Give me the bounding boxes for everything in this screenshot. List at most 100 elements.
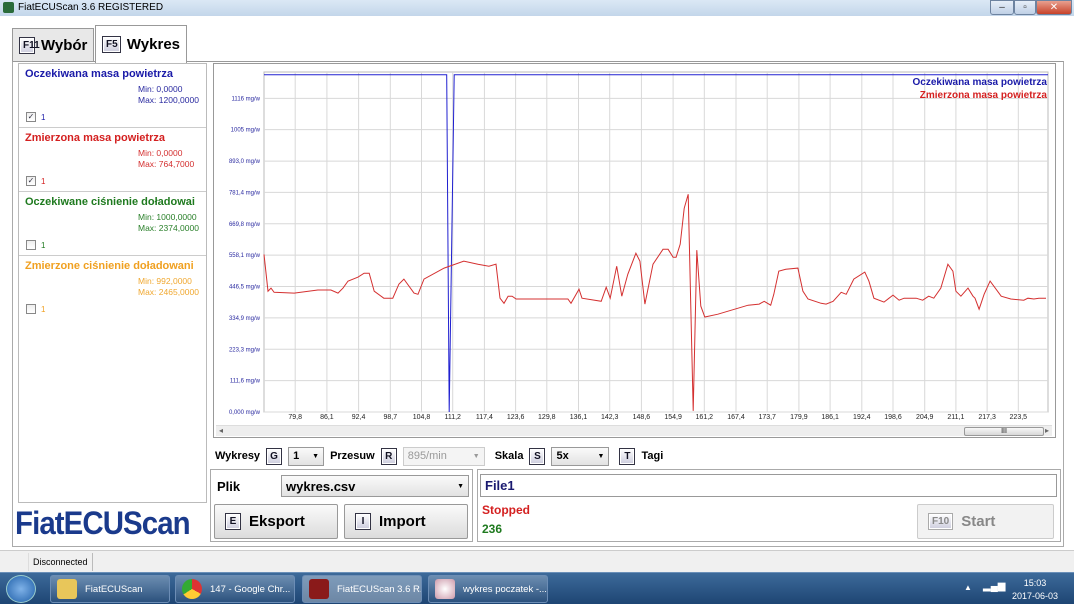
status-bar: Disconnected (0, 550, 1074, 572)
clock-date: 2017-06-03 (1011, 591, 1059, 601)
x-tick-label: 154,9 (664, 414, 682, 421)
taskbar-item-fiatecuscan[interactable]: FiatECUScan 3.6 R... (302, 575, 422, 603)
tab-label: Wykres (126, 36, 180, 53)
chrome-icon (182, 579, 202, 599)
y-tick-label: 0,000 mg/w (229, 410, 261, 416)
parameter-item[interactable]: Oczekiwana masa powietrza Min: 0,0000 Max… (19, 64, 206, 128)
y-tick-label: 669,8 mg/w (229, 222, 261, 228)
file-select[interactable]: wykres.csv ▼ (281, 475, 469, 497)
checkbox-checked[interactable]: ✓ (26, 112, 36, 122)
tab-wykres[interactable]: F5 Wykres (95, 25, 187, 63)
y-tick-label: 1116 mg/w (232, 96, 261, 102)
x-tick-label: 223,5 (1010, 414, 1028, 421)
y-tick-label: 1005 mg/w (231, 128, 261, 134)
parameter-item[interactable]: Oczekiwane ciśnienie doładowai Min: 1000… (19, 192, 206, 256)
plot-area (263, 71, 1049, 413)
key-badge: F11 (19, 36, 40, 54)
key-badge: G (266, 447, 283, 465)
taskbar-item-paint[interactable]: wykres poczatek -... (428, 575, 548, 603)
select-value: wykres.csv (286, 478, 356, 494)
wykresy-select[interactable]: 1 ▼ (288, 446, 325, 466)
x-tick-label: 179,9 (790, 414, 808, 421)
x-tick-label: 198,6 (884, 414, 902, 421)
tab-wybor[interactable]: F11 Wybór (12, 28, 94, 61)
run-panel: File1 Stopped 236 F10 Start (477, 469, 1061, 542)
parameter-list[interactable]: Oczekiwana masa powietrza Min: 0,0000 Max… (18, 63, 207, 503)
chevron-down-icon: ▼ (472, 452, 480, 460)
app-icon (3, 2, 14, 13)
file-name-field[interactable]: File1 (480, 474, 1057, 497)
parameter-name: Zmierzone ciśnienie doładowani (25, 260, 194, 272)
start-button[interactable]: F10 Start (917, 504, 1054, 539)
taskbar-label: wykres poczatek -... (463, 583, 547, 595)
parameter-name: Oczekiwane ciśnienie doładowai (25, 196, 195, 208)
status-text: Stopped (482, 503, 530, 517)
chevron-down-icon: ▼ (312, 452, 320, 460)
key-badge: F10 (928, 513, 954, 530)
x-tick-label: 111,2 (444, 414, 461, 421)
chart-panel[interactable]: 0,000 mg/w 111,6 mg/w 223,3 mg/w 334,9 mg/w… (213, 63, 1056, 438)
connection-status: Disconnected (28, 553, 93, 571)
y-tick-label: 893,0 mg/w (229, 159, 261, 165)
tray-arrow-icon[interactable]: ▲ (964, 583, 972, 592)
scroll-right-arrow[interactable]: ▸ (1045, 426, 1049, 435)
key-badge: I (355, 513, 371, 530)
skala-select[interactable]: 5x ▼ (551, 446, 610, 466)
x-tick-label: 123,6 (507, 414, 525, 421)
y-tick-label: 446,5 mg/w (229, 285, 261, 291)
scroll-left-arrow[interactable]: ◂ (219, 426, 223, 435)
parameter-item[interactable]: Zmierzone ciśnienie doładowani Min: 992,… (19, 256, 206, 320)
taskbar-label: FiatECUScan (85, 583, 143, 595)
parameter-item[interactable]: Zmierzona masa powietrza Min: 0,0000 Max:… (19, 128, 206, 192)
checkbox-unchecked[interactable] (26, 240, 36, 250)
scroll-thumb[interactable]: III (964, 427, 1044, 436)
key-badge: E (225, 513, 241, 530)
x-tick-label: 161,2 (696, 414, 714, 421)
minimize-button[interactable]: – (990, 0, 1014, 15)
taskbar-item-chrome[interactable]: 147 - Google Chr... (175, 575, 295, 603)
folder-icon (57, 579, 77, 599)
taskbar: FiatECUScan 147 - Google Chr... FiatECUS… (0, 572, 1074, 604)
start-menu-button[interactable] (6, 575, 36, 603)
group-label: 1 (41, 176, 46, 186)
parameter-min: Min: 0,0000 (138, 148, 183, 158)
horizontal-scrollbar[interactable]: ◂ III ▸ (216, 425, 1052, 436)
x-tick-label: 142,3 (601, 414, 619, 421)
close-button[interactable]: ✕ (1036, 0, 1072, 15)
checkbox-unchecked[interactable] (26, 304, 36, 314)
export-button[interactable]: E Eksport (214, 504, 338, 539)
button-label: Import (379, 513, 426, 530)
parameter-max: Max: 2374,0000 (138, 223, 199, 233)
x-tick-label: 173,7 (758, 414, 776, 421)
file-panel: Plik wykres.csv ▼ E Eksport I Import (210, 469, 473, 542)
taskbar-item-folder[interactable]: FiatECUScan (50, 575, 170, 603)
maximize-button[interactable]: ▫ (1014, 0, 1036, 15)
key-badge: R (380, 447, 397, 465)
przesuw-select[interactable]: 895/min ▼ (402, 446, 485, 466)
legend-entry: Zmierzona masa powietrza (920, 90, 1048, 101)
przesuw-label: Przesuw (330, 450, 375, 462)
y-tick-label: 781,4 mg/w (229, 190, 261, 196)
key-badge: F5 (102, 36, 121, 53)
x-tick-label: 117,4 (476, 414, 493, 421)
tagi-button[interactable]: T (619, 447, 636, 465)
record-count: 236 (482, 522, 503, 536)
tab-label: Wybór (41, 36, 88, 54)
checkbox-checked[interactable]: ✓ (26, 176, 36, 186)
paint-icon (435, 579, 455, 599)
parameter-min: Min: 0,0000 (138, 84, 183, 94)
fiatecuscan-logo: FiatECUScan (15, 505, 191, 541)
group-label: 1 (41, 240, 46, 250)
signal-icon[interactable]: ▂▄▆ (983, 581, 1005, 592)
x-tick-label: 148,6 (633, 414, 651, 421)
clock[interactable]: 15:03 2017-06-03 (1010, 577, 1060, 603)
import-button[interactable]: I Import (344, 504, 468, 539)
x-tick-label: 86,1 (320, 414, 334, 421)
x-tick-label: 92,4 (352, 414, 366, 421)
x-tick-label: 186,1 (821, 414, 839, 421)
taskbar-label: FiatECUScan 3.6 R... (337, 583, 422, 595)
clock-time: 15:03 (1023, 578, 1047, 588)
select-value: 895/min (407, 450, 447, 462)
parameter-min: Min: 992,0000 (138, 276, 192, 286)
line-chart[interactable]: 0,000 mg/w 111,6 mg/w 223,3 mg/w 334,9 mg/w… (214, 64, 1055, 424)
